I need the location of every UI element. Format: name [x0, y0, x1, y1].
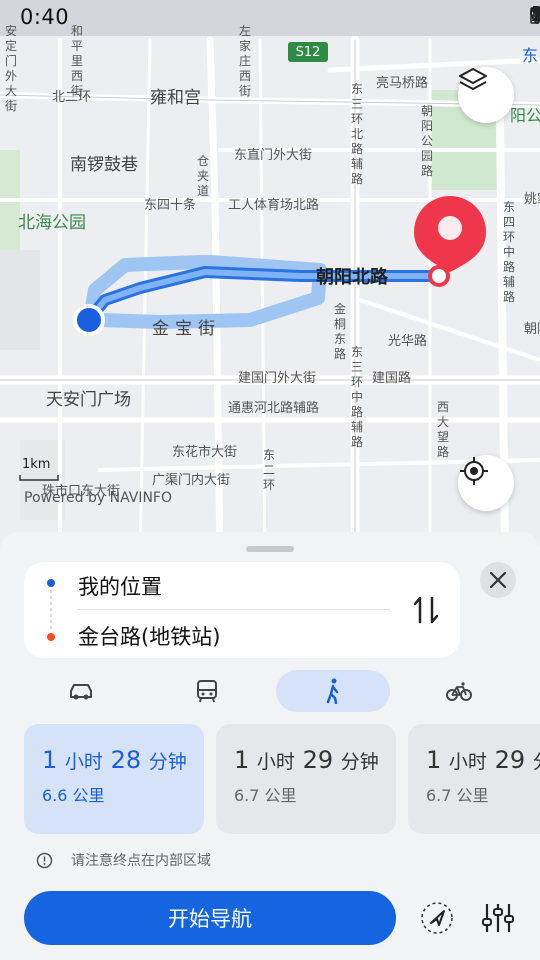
map-label-jinbaojie: 金宝街 [152, 319, 221, 339]
map-label-jintonglu: 金桐东路 [333, 302, 346, 361]
map-label-chaoyang-right: 朝阳 [524, 322, 540, 337]
locate-icon [460, 457, 488, 485]
compass-nav-icon[interactable] [420, 901, 454, 935]
map-label-dongfang: 东 [522, 46, 539, 65]
map-label-jianguomenwai: 建国门外大街 [238, 371, 317, 386]
map-label-guanghua: 光华路 [388, 334, 428, 349]
option-3-minutes-unit: 分 [533, 751, 540, 773]
layers-icon [459, 68, 487, 90]
sheet-handle[interactable] [246, 546, 294, 552]
map-label-dongsishitiao: 东四十条 [144, 198, 197, 213]
status-time: 0:40 [20, 5, 70, 29]
bus-icon [197, 680, 217, 703]
option-2-hours-unit: 小时 [256, 751, 295, 773]
option-3-minutes: 29 [494, 746, 526, 774]
tab-drive[interactable] [24, 670, 138, 712]
locate-button[interactable] [458, 455, 514, 511]
scale-label: 1km [22, 457, 51, 472]
route-sheet: 我的位置 金台路(地铁站) 1 小时 28 分钟 6.6 公里 1 小时 29 … [0, 532, 540, 960]
tab-walk[interactable] [276, 670, 390, 712]
option-2-minutes-unit: 分钟 [340, 751, 379, 773]
map-label-zuojiazhuang: 左家庄西街 [238, 24, 251, 98]
route-option-1[interactable]: 1 小时 28 分钟 6.6 公里 [24, 724, 204, 834]
battery-icon [530, 6, 540, 24]
settings-sliders-icon[interactable] [481, 901, 515, 935]
map-label-yaojia: 姚家 [524, 192, 540, 207]
option-2-minutes: 29 [302, 746, 334, 774]
tab-transit[interactable] [150, 670, 264, 712]
option-1-hours-unit: 小时 [64, 751, 103, 773]
car-icon [70, 684, 92, 700]
option-1-minutes-unit: 分钟 [148, 751, 187, 773]
start-navigation-button[interactable]: 开始导航 [24, 891, 396, 945]
route-divider [78, 609, 390, 610]
map-label-chaoyangbeilu: 朝阳北路 [316, 267, 388, 288]
map-label-xidawang: 西大望路 [436, 400, 449, 459]
map-label-dongsanhuan-zhong: 东三环中路辅路 [350, 345, 363, 449]
option-3-hours-unit: 小时 [448, 751, 487, 773]
map-view[interactable]: 0:40 北二环 雍和宫 南锣鼓巷 北海公园 天安门广场 东四十条 工人体育场北… [0, 0, 540, 560]
map-label-gongti: 工人体育场北路 [228, 198, 320, 213]
option-2-hours: 1 [234, 746, 250, 774]
route-option-3[interactable]: 1 小时 29 分 6.7 公里 [408, 724, 540, 834]
option-2-distance: 6.7 公里 [234, 786, 297, 805]
swap-icon[interactable] [412, 594, 440, 626]
map-label-hepingli: 和平里西街 [70, 24, 83, 98]
map-label-nanluoguxiang: 南锣鼓巷 [70, 155, 138, 175]
powered-by-label: Powered by NAVINFO [24, 490, 172, 506]
map-label-andingmen: 安定门外大街 [4, 24, 17, 113]
tab-bike[interactable] [402, 670, 516, 712]
destination-field[interactable]: 金台路(地铁站) [78, 621, 220, 651]
walk-icon [326, 678, 339, 704]
map-label-beihai: 北海公园 [18, 213, 86, 233]
layers-button[interactable] [458, 67, 514, 123]
option-1-hours: 1 [42, 746, 58, 774]
close-icon [489, 571, 507, 589]
s12-badge: S12 [288, 42, 328, 62]
map-label-chaoyanggongyuanlu: 朝阳公园路 [420, 104, 433, 178]
map-label-tonghuihe: 通惠河北路辅路 [228, 401, 320, 416]
map-label-chaoyanggongyuan: 阳公 [510, 106, 540, 125]
map-label-liangmaqiao: 亮马桥路 [376, 76, 429, 91]
map-label-dongerhuan: 东二环 [262, 448, 275, 492]
map-label-dongzhimenwai: 东直门外大街 [234, 148, 313, 163]
notice-text: 请注意终点在内部区域 [71, 853, 211, 869]
travel-mode-tabs [24, 670, 540, 714]
map-label-dongdashi: 东花市大街 [172, 445, 238, 460]
route-dots-icon [47, 579, 55, 641]
map-label-jianguolu: 建国路 [372, 371, 412, 386]
bike-icon [446, 682, 472, 701]
map-label-dongsihuan: 东四环中路辅路 [502, 200, 515, 304]
map-label-guangqumen: 广渠门内大街 [152, 473, 231, 488]
origin-field[interactable]: 我的位置 [78, 571, 162, 601]
option-3-hours: 1 [426, 746, 442, 774]
route-option-2[interactable]: 1 小时 29 分钟 6.7 公里 [216, 724, 396, 834]
notice-row: 请注意终点在内部区域 [36, 850, 211, 870]
map-label-cangjie: 仓夹道 [196, 154, 209, 198]
option-1-minutes: 28 [110, 746, 142, 774]
route-card: 我的位置 金台路(地铁站) [24, 562, 460, 658]
map-label-yonghegong: 雍和宫 [150, 88, 201, 108]
option-3-distance: 6.7 公里 [426, 786, 489, 805]
map-label-dongsanhuan-bei: 东三环北路辅路 [350, 82, 363, 186]
option-1-distance: 6.6 公里 [42, 786, 105, 805]
close-button[interactable] [480, 562, 516, 598]
map-label-tiananmen: 天安门广场 [46, 390, 131, 410]
info-icon [36, 852, 53, 868]
